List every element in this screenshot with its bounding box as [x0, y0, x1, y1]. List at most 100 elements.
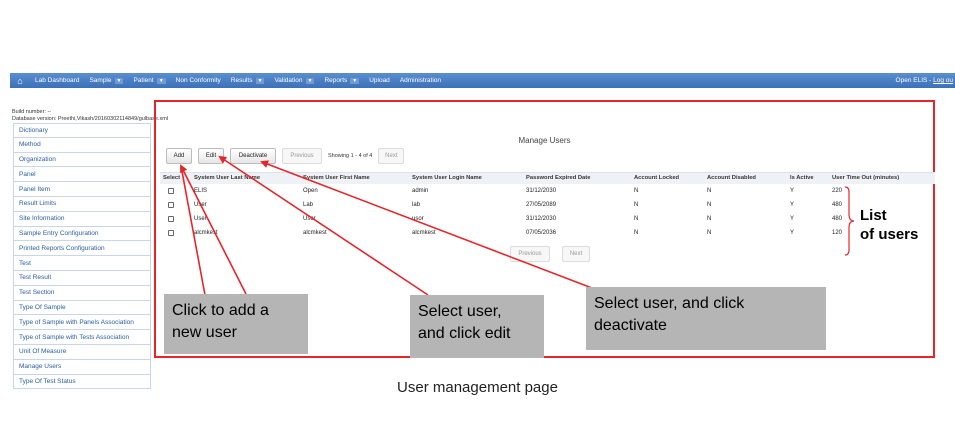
add-button[interactable]: Add: [166, 148, 192, 164]
nav-label: Sample: [89, 77, 112, 84]
nav-label: Upload: [369, 77, 390, 84]
first-name-cell: Lab: [303, 202, 314, 208]
sidebar-item-panel[interactable]: Panel: [13, 167, 151, 183]
row-select-checkbox[interactable]: [168, 188, 174, 194]
nav-patient[interactable]: Patient ▼: [128, 73, 170, 88]
sidebar-item-panel-item[interactable]: Panel Item: [13, 182, 151, 197]
table-row[interactable]: alcmkest alcmkest alcmkest 07/05/2036 N …: [160, 228, 935, 240]
sidebar-item-printed-reports-config[interactable]: Printed Reports Configuration: [13, 241, 151, 257]
next-button[interactable]: Next: [378, 148, 405, 164]
bottom-next-button[interactable]: Next: [562, 246, 590, 262]
nav-upload[interactable]: Upload: [364, 73, 395, 88]
nav-results[interactable]: Results ▼: [226, 73, 270, 88]
nav-sample[interactable]: Sample ▼: [84, 73, 128, 88]
callout-line: Select user,: [418, 303, 502, 320]
top-navbar: ⌂ Lab Dashboard Sample ▼ Patient ▼ Non Con…: [10, 73, 955, 88]
is-active-cell: Y: [790, 230, 795, 236]
sidebar-item-sample-entry-config[interactable]: Sample Entry Configuration: [13, 226, 151, 242]
is-active-cell: Y: [790, 202, 795, 208]
sidebar-item-dictionary[interactable]: Dictionary: [13, 123, 151, 138]
deactivate-user-callout: Select user, and click deactivate: [586, 287, 826, 350]
sidebar-item-test-result[interactable]: Test Result: [13, 270, 151, 286]
last-name-cell: User: [194, 202, 207, 208]
nav-administration[interactable]: Administration: [395, 73, 446, 88]
login-name-cell: admin: [412, 188, 429, 194]
deactivate-button[interactable]: Deactivate: [230, 148, 276, 164]
caret-down-icon: ▼: [156, 77, 166, 84]
sidebar-item-test-section[interactable]: Test Section: [13, 285, 151, 301]
page-count: Showing 1 - 4 of 4: [328, 153, 373, 159]
account-disabled-cell: N: [707, 216, 712, 222]
login-name-cell: usor: [412, 216, 424, 222]
caret-down-icon: ▼: [114, 77, 124, 84]
account-locked-cell: N: [634, 216, 639, 222]
first-name-cell: User: [303, 216, 316, 222]
sidebar-item-test[interactable]: Test: [13, 256, 151, 271]
column-header[interactable]: Account Locked: [634, 175, 679, 181]
column-header[interactable]: User Time Out (minutes): [832, 175, 899, 181]
caret-down-icon: ▼: [305, 77, 315, 84]
column-header[interactable]: System User First Name: [303, 175, 370, 181]
edit-user-callout: Select user, and click edit: [410, 295, 544, 358]
account-locked-cell: N: [634, 202, 639, 208]
nav-non-conformity[interactable]: Non Conformity: [171, 73, 226, 88]
column-header[interactable]: Select: [163, 175, 180, 181]
table-row[interactable]: User User usor 31/12/2030 N N Y 480: [160, 214, 935, 226]
last-name-cell: ELIS: [194, 188, 208, 194]
column-header[interactable]: Password Expired Date: [526, 175, 590, 181]
last-name-cell: alcmkest: [194, 230, 218, 236]
list-of-users-label: List of users: [860, 206, 918, 244]
sidebar-item-type-of-sample[interactable]: Type Of Sample: [13, 300, 151, 316]
logout-link[interactable]: Log ou: [933, 77, 953, 84]
sidebar-item-sample-tests-assoc[interactable]: Type of Sample with Tests Association: [13, 330, 151, 345]
admin-sidebar: Dictionary Method Organization Panel Pan…: [13, 123, 151, 390]
column-header[interactable]: System User Login Name: [412, 175, 482, 181]
callout-line: Click to add a: [172, 302, 269, 319]
callout-line: Select user, and click: [594, 295, 745, 312]
column-header[interactable]: System User Last Name: [194, 175, 260, 181]
bottom-previous-button[interactable]: Previous: [510, 246, 550, 262]
caret-down-icon: ▼: [350, 77, 360, 84]
account-locked-cell: N: [634, 188, 639, 194]
curly-brace-icon: [844, 186, 855, 256]
caret-down-icon: ▼: [255, 77, 265, 84]
callout-line: deactivate: [594, 317, 667, 334]
app-user-text: Open ELIS -: [895, 77, 934, 84]
column-header[interactable]: Is Active: [790, 175, 814, 181]
last-name-cell: User: [194, 216, 207, 222]
table-row[interactable]: User Lab lab 27/05/2089 N N Y 480: [160, 200, 935, 212]
nav-label: Administration: [399, 77, 441, 84]
is-active-cell: Y: [790, 188, 795, 194]
sidebar-item-organization[interactable]: Organization: [13, 152, 151, 168]
nav-label: Validation: [274, 77, 303, 84]
database-version: Database version: Preethi,Vikash/2016030…: [12, 116, 169, 122]
column-header[interactable]: Account Disabled: [707, 175, 756, 181]
nav-label: Lab Dashboard: [35, 77, 80, 84]
nav-validation[interactable]: Validation ▼: [269, 73, 319, 88]
sidebar-item-manage-users[interactable]: Manage Users: [13, 359, 151, 375]
nav-lab-dashboard[interactable]: Lab Dashboard: [30, 73, 84, 88]
password-expired-cell: 31/12/2030: [526, 216, 557, 222]
list-label-line: List: [860, 207, 887, 224]
login-name-cell: alcmkest: [412, 230, 436, 236]
table-row[interactable]: ELIS Open admin 31/12/2030 N N Y 220: [160, 186, 935, 198]
sidebar-item-site-information[interactable]: Site Information: [13, 211, 151, 227]
account-locked-cell: N: [634, 230, 639, 236]
edit-button[interactable]: Edit: [198, 148, 224, 164]
row-select-checkbox[interactable]: [168, 216, 174, 222]
timeout-cell: 220: [832, 188, 843, 194]
row-select-checkbox[interactable]: [168, 230, 174, 236]
build-number: Build number: --: [12, 109, 52, 115]
previous-button[interactable]: Previous: [282, 148, 322, 164]
home-icon[interactable]: ⌂: [10, 73, 30, 88]
figure-caption: User management page: [397, 379, 558, 396]
sidebar-item-method[interactable]: Method: [13, 137, 151, 153]
sidebar-item-result-limits[interactable]: Result Limits: [13, 196, 151, 212]
nav-reports[interactable]: Reports ▼: [319, 73, 364, 88]
sidebar-item-unit-of-measure[interactable]: Unit Of Measure: [13, 344, 151, 360]
callout-line: and click edit: [418, 325, 511, 342]
row-select-checkbox[interactable]: [168, 202, 174, 208]
timeout-cell: 480: [832, 202, 843, 208]
sidebar-item-sample-panels-assoc[interactable]: Type of Sample with Panels Association: [13, 315, 151, 331]
first-name-cell: Open: [303, 188, 318, 194]
